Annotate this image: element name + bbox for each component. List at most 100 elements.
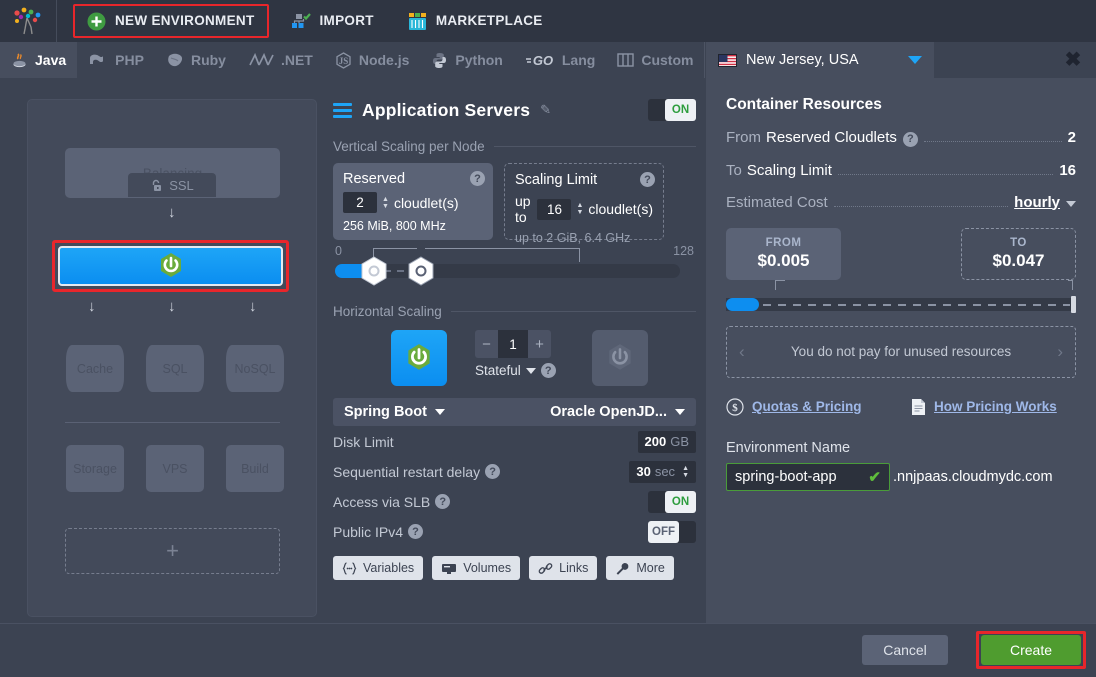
slider-handle-limit[interactable] [406, 256, 436, 286]
restart-delay-value[interactable]: 30 sec ▲ ▼ [629, 460, 696, 483]
stateful-select[interactable]: Stateful ? [475, 363, 556, 378]
disk-limit-row: Disk Limit 200 GB [333, 427, 696, 456]
reserved-input[interactable]: 2 [343, 192, 377, 213]
storage-node[interactable]: Storage [66, 445, 124, 492]
more-button[interactable]: More [606, 556, 674, 580]
hamburger-icon[interactable] [333, 102, 352, 118]
scaling-limit-card[interactable]: Scaling Limit ? up to 16 ▲ ▼ cloudlet(s) … [504, 163, 664, 245]
estimated-cost-label: Estimated Cost [726, 193, 828, 211]
tab-dotnet[interactable]: .NET [237, 42, 324, 78]
tab-custom[interactable]: Custom [606, 42, 704, 78]
tab-python-label: Python [455, 52, 503, 68]
create-button[interactable]: Create [981, 635, 1081, 665]
stack-select[interactable]: Spring Boot [344, 404, 445, 420]
disk-limit-value[interactable]: 200 GB [637, 430, 696, 453]
access-slb-help-icon[interactable]: ? [435, 494, 451, 509]
horizontal-scaling-row: − 1 + Stateful ? [333, 330, 696, 386]
price-from-card[interactable]: FROM $0.005 [726, 227, 841, 280]
node-type-button[interactable] [391, 330, 447, 386]
scaling-limit-spinner[interactable]: ▲ ▼ [576, 202, 583, 216]
power-toggle[interactable]: ON [648, 99, 696, 121]
price-to-card[interactable]: TO $0.047 [961, 227, 1076, 280]
from-label: Reserved Cloudlets [766, 129, 897, 146]
ssl-label: SSL [169, 177, 194, 193]
region-tab[interactable]: New Jersey, USA [706, 42, 934, 78]
build-node[interactable]: Build [226, 445, 284, 492]
price-to-value: $0.047 [992, 250, 1045, 270]
sql-node[interactable]: SQL [146, 345, 204, 392]
nosql-node[interactable]: NoSQL [226, 345, 284, 392]
slider-min-label: 0 [335, 244, 342, 258]
slider-handle-reserved[interactable] [359, 256, 389, 286]
tab-php-label: PHP [115, 52, 144, 68]
cache-node[interactable]: Cache [66, 345, 124, 392]
quotas-and-pricing-link[interactable]: $ Quotas & Pricing [726, 397, 911, 416]
scaling-limit-input[interactable]: 16 [537, 198, 572, 220]
price-slider-handle[interactable] [1071, 295, 1076, 313]
notice-prev-icon[interactable]: ‹ [739, 342, 745, 362]
access-slb-toggle[interactable]: ON [648, 490, 696, 513]
jelastic-new-environment-dialog: NEW ENVIRONMENT IMPORT MARKETPLACE Java … [0, 0, 1096, 677]
add-node-button[interactable]: + [65, 528, 280, 574]
price-slider[interactable] [726, 295, 1076, 313]
reserved-help-icon[interactable]: ? [470, 171, 485, 186]
import-button[interactable]: IMPORT [279, 5, 386, 37]
access-slb-row: Access via SLB ? ON [333, 487, 696, 516]
close-icon[interactable]: ✖ [1058, 44, 1088, 74]
variables-button[interactable]: Variables [333, 556, 424, 580]
node-count-decrement[interactable]: − [475, 330, 498, 358]
notice-next-icon[interactable]: › [1057, 342, 1063, 362]
reserved-spinner[interactable]: ▲ ▼ [382, 196, 389, 210]
arrow-down-icon: ↓ [249, 298, 257, 315]
restart-delay-unit: sec [654, 464, 676, 479]
check-icon: ✔ [868, 468, 881, 486]
volumes-button[interactable]: Volumes [432, 556, 521, 580]
environment-name-input[interactable]: spring-boot-app ✔ [726, 462, 890, 491]
restart-delay-spinner[interactable]: ▲ ▼ [682, 465, 689, 479]
how-pricing-works-link[interactable]: How Pricing Works [911, 398, 1057, 416]
variables-icon [342, 561, 357, 575]
add-node-placeholder-button[interactable] [591, 330, 648, 386]
tab-python[interactable]: Python [420, 42, 513, 78]
wrench-icon [615, 562, 630, 575]
cloudlet-slider[interactable]: 0 128 [333, 244, 696, 290]
region-chevron-down-icon[interactable] [908, 56, 922, 64]
from-help-icon[interactable]: ? [902, 131, 918, 147]
disk-limit-number: 200 [644, 434, 667, 449]
java-icon [11, 52, 28, 69]
container-resources-panel: Container Resources From Reserved Cloudl… [706, 78, 1096, 623]
node-count-value[interactable]: 1 [498, 330, 528, 358]
public-ipv4-label: Public IPv4 ? [333, 524, 424, 540]
to-prefix: To [726, 161, 742, 179]
public-ipv4-toggle[interactable]: OFF [648, 520, 696, 543]
vps-node[interactable]: VPS [146, 445, 204, 492]
reserved-ram: 256 MiB, [343, 219, 393, 233]
tab-go-label: Lang [561, 52, 596, 68]
cost-period-select[interactable]: hourly [1014, 194, 1060, 211]
cancel-button[interactable]: Cancel [862, 635, 948, 665]
chevron-down-icon[interactable] [1066, 200, 1076, 207]
public-ipv4-row: Public IPv4 ? OFF [333, 517, 696, 546]
tab-go[interactable]: GO Lang [514, 42, 606, 78]
tab-ruby[interactable]: Ruby [155, 42, 237, 78]
scaling-limit-help-icon[interactable]: ? [640, 172, 655, 187]
volumes-label: Volumes [463, 561, 512, 575]
tab-nodejs[interactable]: JS Node.js [324, 42, 421, 78]
stateful-help-icon[interactable]: ? [540, 363, 556, 378]
tab-java[interactable]: Java [0, 42, 78, 78]
reserved-cloudlets-card[interactable]: Reserved ? 2 ▲ ▼ cloudlet(s) 256 MiB, 800… [333, 163, 493, 240]
public-ipv4-help-icon[interactable]: ? [408, 524, 424, 539]
marketplace-button[interactable]: MARKETPLACE [396, 5, 555, 37]
dollar-circle-icon: $ [726, 397, 744, 416]
ssl-tab[interactable]: SSL [128, 173, 216, 197]
new-environment-button[interactable]: NEW ENVIRONMENT [73, 4, 269, 38]
scaling-limit-detail-prefix: up to [515, 231, 543, 245]
restart-delay-help-icon[interactable]: ? [485, 464, 501, 479]
tab-php[interactable]: PHP [77, 42, 155, 78]
engine-select[interactable]: Oracle OpenJD... [550, 404, 685, 420]
node-count-stepper[interactable]: − 1 + [475, 330, 551, 358]
pencil-icon[interactable]: ✎ [540, 102, 551, 118]
node-count-increment[interactable]: + [528, 330, 551, 358]
links-button[interactable]: Links [529, 556, 598, 580]
public-ipv4-toggle-label: OFF [648, 520, 679, 543]
